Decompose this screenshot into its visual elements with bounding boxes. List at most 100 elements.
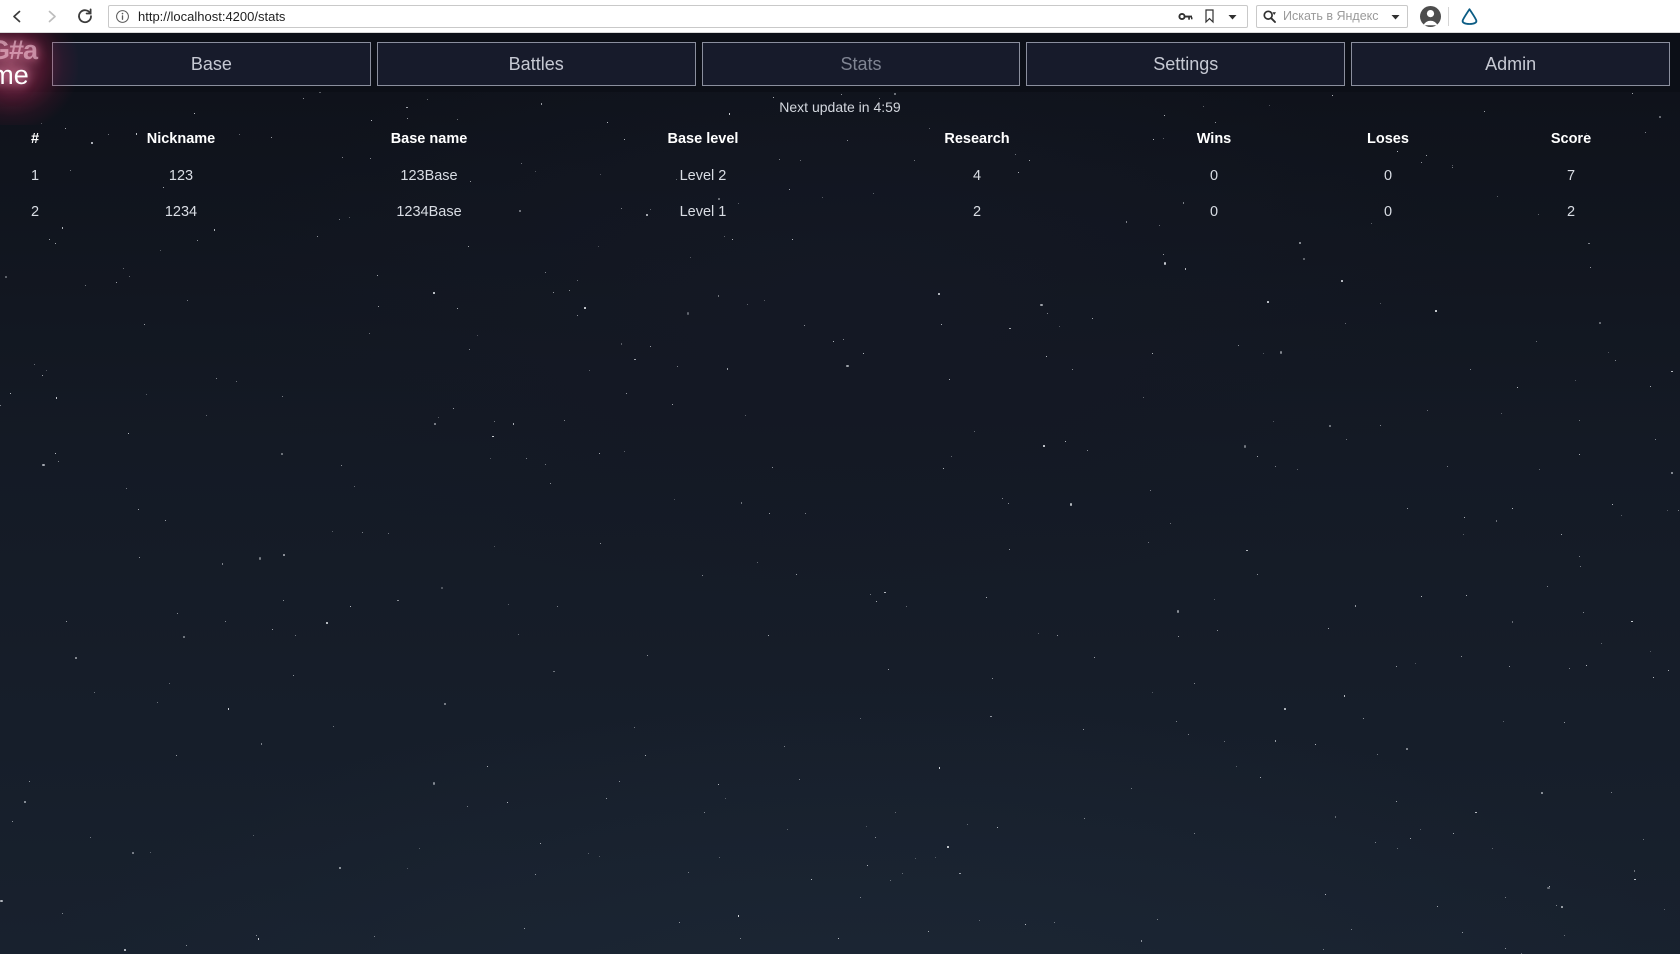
star-dot [1495,520,1498,522]
table-row[interactable]: 2 1234 1234Base Level 1 2 0 0 2 [0,194,1680,230]
star-dot [186,944,188,946]
star-dot [599,855,601,857]
star-dot [837,938,839,940]
star-dot [625,392,627,394]
star-dot [23,801,27,804]
star-dot [1025,923,1027,925]
star-dot [235,380,237,382]
star-dot [468,349,470,351]
star-dot [453,407,455,409]
star-dot [1256,573,1258,575]
star-dot [1633,870,1636,873]
yandex-browser-button[interactable] [1458,6,1480,27]
star-dot [49,238,51,240]
star-dot [1083,818,1085,820]
star-dot [518,633,520,635]
star-dot [1546,586,1548,588]
cell-base-level: Level 1 [679,204,727,220]
reload-icon [78,8,92,24]
cell-wins: 0 [1209,168,1219,184]
star-dot [457,307,459,309]
address-bar[interactable]: http://localhost:4200/stats [108,4,1248,28]
reload-button[interactable] [68,0,102,33]
chevron-right-icon [48,10,56,22]
key-icon[interactable] [1178,9,1193,24]
star-dot [486,766,488,768]
star-dot [186,300,188,302]
search-dropdown-icon[interactable] [1389,10,1402,23]
star-dot [740,937,742,939]
tab-admin[interactable]: Admin [1351,42,1670,86]
star-dot [1379,303,1381,305]
star-dot [1040,304,1043,307]
star-dot [1053,922,1055,924]
star-dot [272,629,274,631]
star-dot [137,509,139,511]
star-dot [1667,669,1669,671]
search-box[interactable]: Искать в Яндекс [1256,4,1408,28]
star-dot [1535,341,1537,343]
star-dot [557,606,559,608]
star-dot [1329,425,1331,427]
star-dot [169,682,171,684]
star-dot [467,806,469,808]
star-dot [1178,635,1180,637]
profile-button[interactable] [1417,5,1443,28]
star-dot [1511,621,1514,624]
next-update-notice: Next update in 4:59 [779,99,901,115]
star-dot [1243,445,1247,448]
star-dot [589,369,591,371]
star-dot [618,781,620,783]
star-dot [1143,397,1145,399]
star-dot [1549,885,1551,887]
star-dot [388,533,390,535]
star-dot [1508,666,1510,668]
star-dot [396,599,399,602]
star-dot [605,798,607,800]
star-dot [718,856,720,858]
star-dot [1504,947,1506,949]
star-dot [28,781,30,783]
star-dot [0,404,2,406]
tab-settings[interactable]: Settings [1026,42,1346,86]
header-nickname: Nickname [146,131,216,147]
star-dot [1164,115,1166,117]
star-dot [1008,502,1010,504]
cell-base-name: 123Base [400,168,458,184]
star-dot [701,575,703,577]
star-dot [526,457,528,459]
star-dot [1654,438,1656,440]
star-dot [1344,322,1346,324]
star-dot [131,852,134,854]
star-dot [792,238,794,240]
star-dot [406,867,408,869]
star-dot [339,867,342,870]
back-button[interactable] [0,0,34,33]
star-dot [75,657,77,659]
table-row[interactable]: 1 123 123Base Level 2 4 0 0 7 [0,158,1680,194]
star-dot [687,872,689,874]
cell-nickname: 123 [168,168,194,184]
star-dot [674,498,676,500]
tab-base[interactable]: Base [52,42,371,86]
star-dot [1170,523,1172,525]
bookmark-icon[interactable] [1202,8,1217,24]
star-dot [1324,893,1327,896]
star-dot [1176,610,1180,613]
star-dot [869,594,871,596]
star-dot [1585,664,1587,666]
star-dot [94,692,96,694]
star-dot [341,464,343,466]
star-dot [1453,832,1455,834]
star-dot [938,767,941,769]
tab-stats[interactable]: Stats [701,42,1021,86]
chevron-down-icon[interactable] [1226,10,1239,23]
cell-score: 7 [1566,168,1576,184]
star-dot [803,325,805,327]
star-dot [798,779,800,781]
forward-button[interactable] [34,0,68,33]
star-dot [783,746,785,748]
star-dot [1501,413,1503,415]
star-dot [938,293,940,295]
tab-battles[interactable]: Battles [376,42,696,86]
